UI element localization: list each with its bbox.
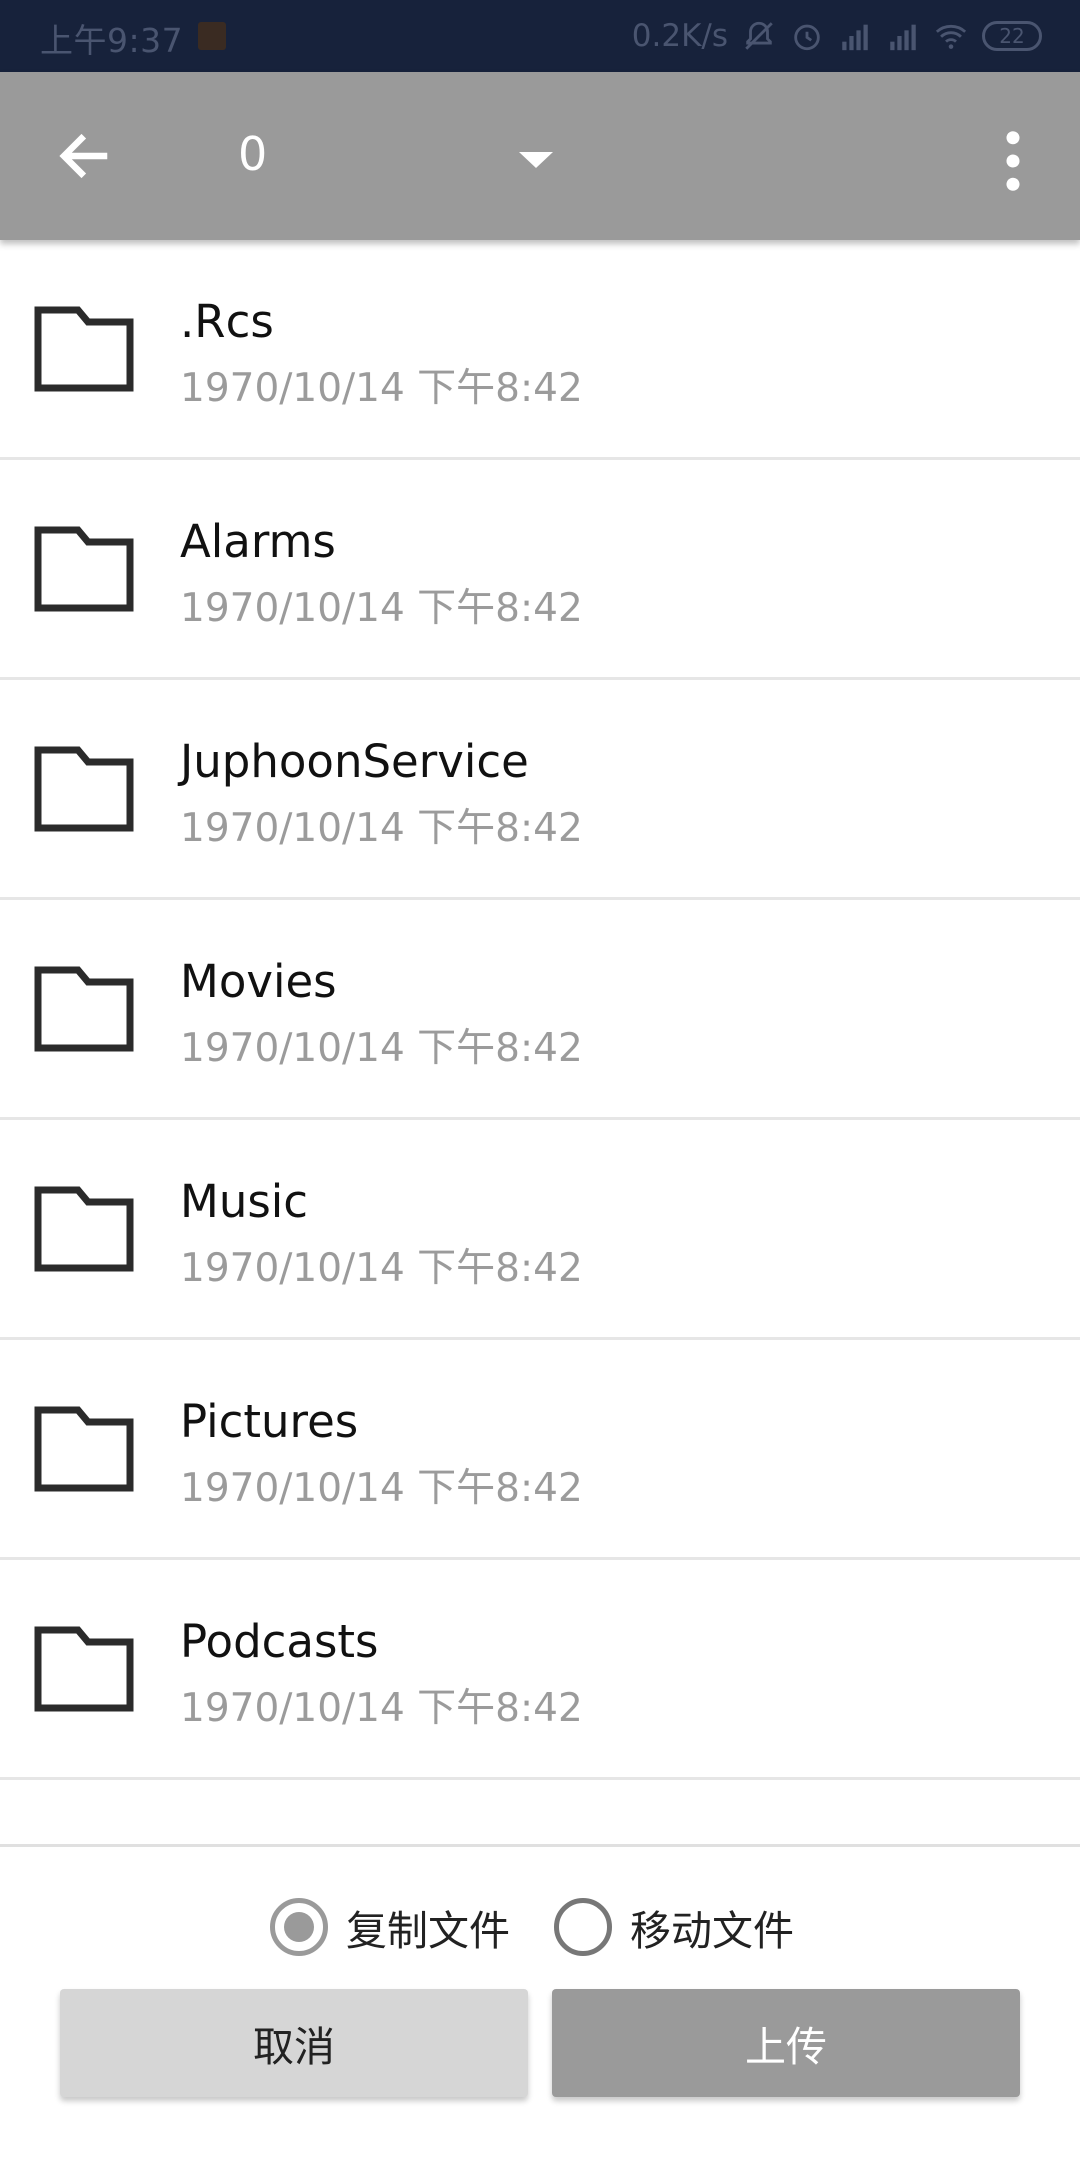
hd-signal-icon <box>842 24 868 51</box>
list-item[interactable]: .Rcs 1970/10/14 下午8:42 <box>0 240 1080 460</box>
file-list[interactable]: .Rcs 1970/10/14 下午8:42 Alarms 1970/10/14… <box>0 240 1080 1844</box>
list-item[interactable]: Podcasts 1970/10/14 下午8:42 <box>0 1560 1080 1780</box>
copy-files-label: 复制文件 <box>346 1907 510 1955</box>
list-item[interactable]: Movies 1970/10/14 下午8:42 <box>0 900 1080 1120</box>
file-date: 1970/10/14 下午8:42 <box>180 586 583 631</box>
folder-icon <box>34 966 134 1052</box>
folder-icon <box>34 526 134 612</box>
wifi-icon <box>935 24 967 49</box>
cancel-button[interactable]: 取消 <box>60 1989 528 2097</box>
dropdown-icon[interactable] <box>515 148 557 172</box>
mute-icon <box>745 21 773 50</box>
file-name: Music <box>180 1175 309 1228</box>
bottom-panel: 复制文件 移动文件 取消 上传 <box>0 1844 1080 2160</box>
status-right: 0.2K/s 22 <box>632 14 1042 58</box>
toolbar: 0 <box>0 72 1080 240</box>
file-name: Alarms <box>180 515 336 568</box>
path-label[interactable]: 0 <box>238 127 267 181</box>
notification-icon <box>198 22 226 50</box>
battery-icon: 22 <box>982 21 1042 51</box>
file-name: JuphoonService <box>180 735 529 788</box>
file-date: 1970/10/14 下午8:42 <box>180 1026 583 1071</box>
radio-checked-icon[interactable] <box>270 1898 328 1956</box>
status-time: 上午9:37 <box>40 21 184 60</box>
battery-level: 22 <box>999 24 1025 48</box>
file-name: .Rcs <box>180 295 274 348</box>
move-files-label: 移动文件 <box>630 1907 794 1955</box>
folder-icon <box>34 1406 134 1492</box>
file-name: Pictures <box>180 1395 359 1448</box>
folder-icon <box>34 306 134 392</box>
more-vert-icon[interactable] <box>998 130 1028 192</box>
list-item-partial[interactable] <box>0 1780 1080 1844</box>
list-item[interactable]: Music 1970/10/14 下午8:42 <box>0 1120 1080 1340</box>
list-item[interactable]: Alarms 1970/10/14 下午8:42 <box>0 460 1080 680</box>
file-date: 1970/10/14 下午8:42 <box>180 1686 583 1731</box>
file-name: Podcasts <box>180 1615 379 1668</box>
net-speed: 0.2K/s <box>631 18 728 54</box>
back-arrow-icon[interactable] <box>54 126 114 186</box>
file-date: 1970/10/14 下午8:42 <box>180 1246 583 1291</box>
file-date: 1970/10/14 下午8:42 <box>180 1466 583 1511</box>
copy-files-option[interactable]: 复制文件 <box>270 1897 510 1957</box>
folder-icon <box>34 746 134 832</box>
radio-unchecked-icon[interactable] <box>554 1898 612 1956</box>
folder-icon <box>34 1626 134 1712</box>
alarm-icon <box>794 24 820 51</box>
file-name: Movies <box>180 955 337 1008</box>
file-date: 1970/10/14 下午8:42 <box>180 806 583 851</box>
transfer-mode-group: 复制文件 移动文件 <box>270 1897 794 1957</box>
list-item[interactable]: Pictures 1970/10/14 下午8:42 <box>0 1340 1080 1560</box>
upload-button[interactable]: 上传 <box>552 1989 1020 2097</box>
folder-icon <box>34 1186 134 1272</box>
screen: 上午9:37 0.2K/s 22 0 .Rcs 1970/10/14 下午8:4… <box>0 0 1080 2160</box>
hd-signal-icon <box>890 24 916 51</box>
status-bar: 上午9:37 0.2K/s 22 <box>0 0 1080 72</box>
move-files-option[interactable]: 移动文件 <box>554 1897 794 1957</box>
list-item[interactable]: JuphoonService 1970/10/14 下午8:42 <box>0 680 1080 900</box>
file-date: 1970/10/14 下午8:42 <box>180 366 583 411</box>
